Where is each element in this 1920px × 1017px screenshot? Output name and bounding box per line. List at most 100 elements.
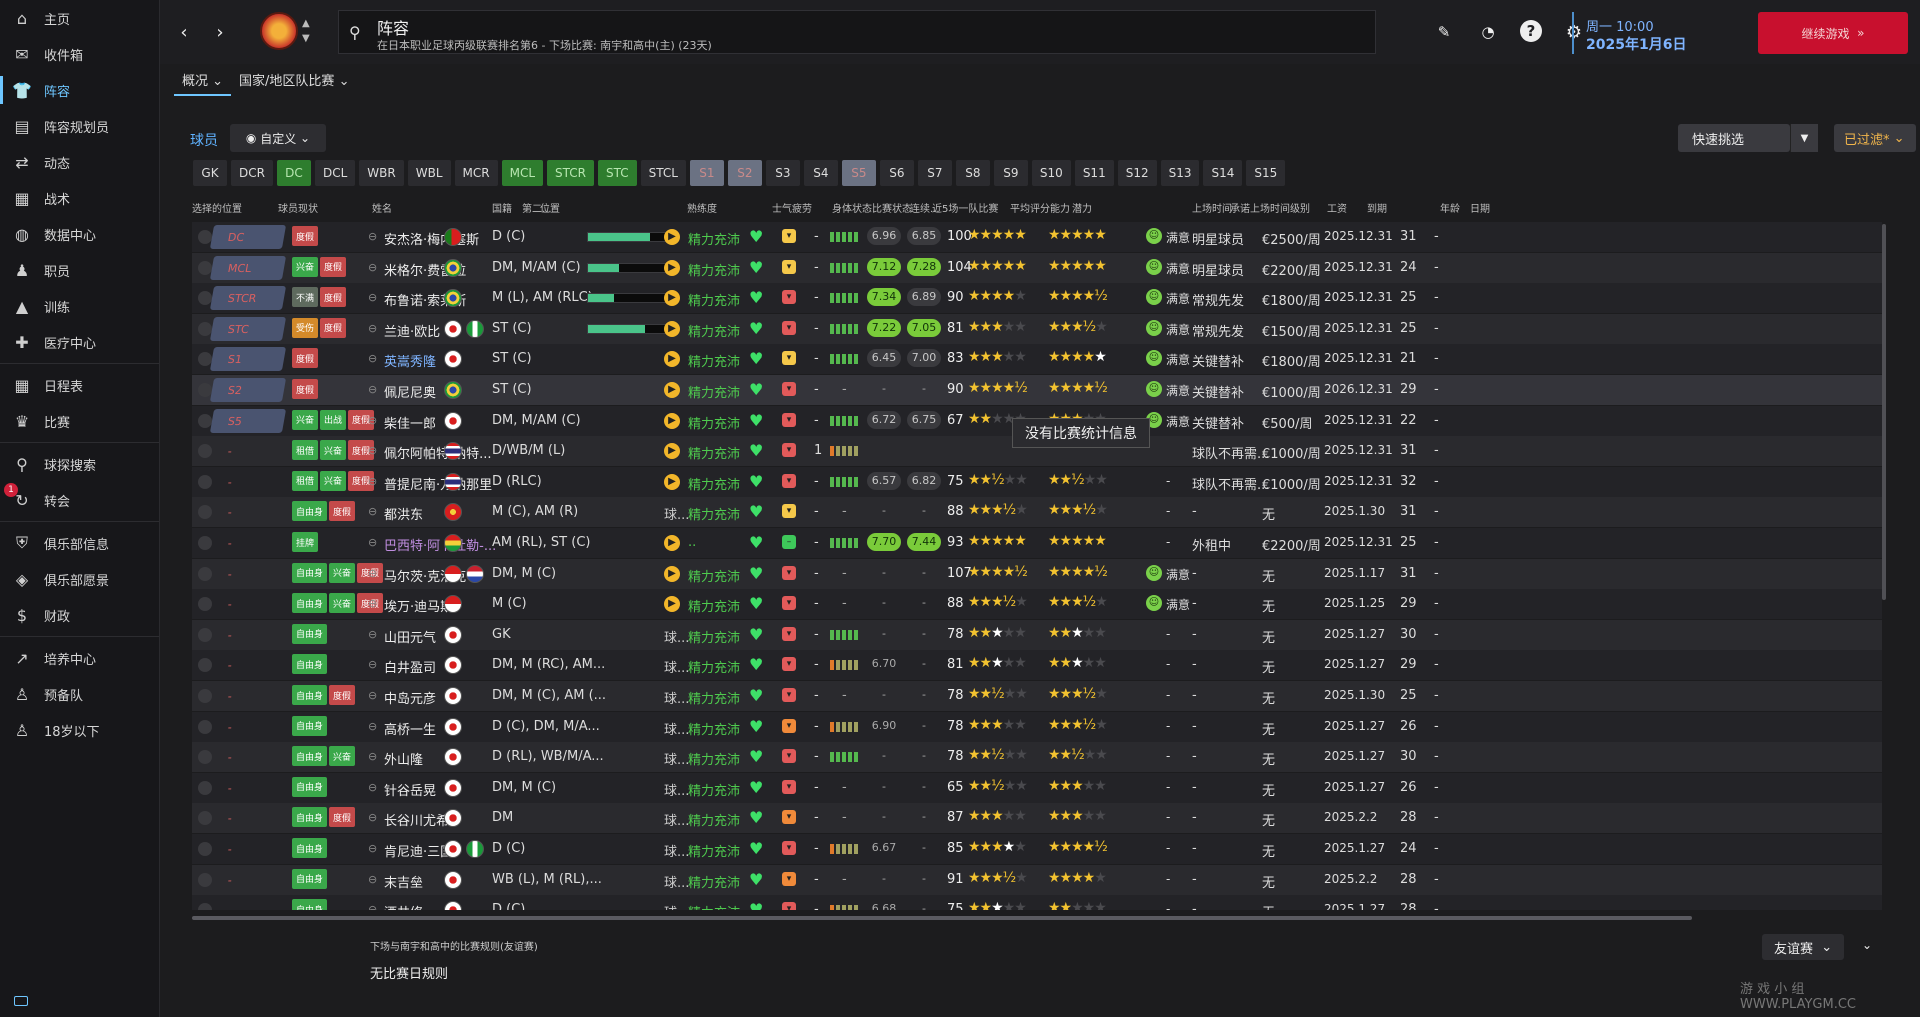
player-name[interactable]: 巴西特·阿卜杜勒-... <box>384 535 496 554</box>
sidebar-item-0[interactable]: ⌂ 主页 <box>0 0 159 36</box>
player-name[interactable]: 酒井修一 <box>384 902 436 910</box>
position-filter-gk[interactable]: GK <box>193 160 227 186</box>
position-filter-s8[interactable]: S8 <box>955 160 990 186</box>
player-name[interactable]: 白井盈司 <box>384 657 436 676</box>
sidebar-item-12[interactable]: ⚲ 球探搜索 <box>0 446 159 482</box>
position-filter-mcl[interactable]: MCL <box>501 160 544 186</box>
position-badge[interactable]: - <box>210 439 286 463</box>
club-crest[interactable] <box>260 12 298 50</box>
select-checkbox[interactable] <box>198 872 212 887</box>
position-badge[interactable]: - <box>210 684 286 708</box>
sidebar-item-6[interactable]: ◍ 数据中心 <box>0 216 159 252</box>
friendly-select[interactable]: 友谊赛 ⌄ <box>1762 934 1844 960</box>
sidebar-item-19[interactable]: ♙ 18岁以下 <box>0 712 159 748</box>
position-badge[interactable]: - <box>210 715 286 739</box>
select-checkbox[interactable] <box>198 444 212 459</box>
position-badge[interactable]: - <box>210 653 286 677</box>
column-header[interactable]: 平均评分 <box>1010 200 1050 215</box>
vertical-scrollbar[interactable] <box>1882 224 1886 600</box>
select-checkbox[interactable] <box>198 750 212 765</box>
table-row[interactable]: -⌄自由身⊖肯尼迪·三国D (C)球...精力充沛♥▾-6.67-85★★★★★… <box>192 834 1882 864</box>
select-checkbox[interactable] <box>198 811 212 826</box>
column-header[interactable]: 比赛状态 <box>872 200 912 215</box>
player-name[interactable]: 山田元气 <box>384 627 436 646</box>
table-row[interactable]: S2⌄度假⊖佩尼尼奥ST (C)▶精力充沛♥▾----90★★★★½★★★★½☺… <box>192 375 1882 405</box>
position-filter-dcr[interactable]: DCR <box>231 160 273 186</box>
table-row[interactable]: -⌄自由身⊖酒井修一D (C)球...精力充沛♥▾-6.68-75★★★★★★★… <box>192 895 1882 910</box>
position-filter-s12[interactable]: S12 <box>1117 160 1157 186</box>
sidebar-item-13[interactable]: ↻ 转会 1 <box>0 482 159 518</box>
sidebar-item-14[interactable]: ⛨ 俱乐部信息 <box>0 525 159 561</box>
tab-national-matches[interactable]: 国家/地区队比赛 ⌄ <box>231 66 357 96</box>
sidebar-item-18[interactable]: ♙ 预备队 <box>0 676 159 712</box>
position-filter-s3[interactable]: S3 <box>765 160 800 186</box>
position-filter-wbr[interactable]: WBR <box>359 160 404 186</box>
position-filter-s9[interactable]: S9 <box>993 160 1028 186</box>
select-checkbox[interactable] <box>198 474 212 489</box>
position-badge[interactable]: STCR <box>209 286 287 311</box>
table-row[interactable]: -⌄自由身兴奋度假⊖马尔茨·克洛克DM, M (C)▶精力充沛♥▾----107… <box>192 558 1882 589</box>
search-box[interactable]: ⚲ 阵容 在日本职业足球丙级联赛排名第6 - 下场比赛: 南宇和高中(主) (2… <box>338 10 1376 54</box>
tab-overview[interactable]: 概况 ⌄ <box>174 66 232 96</box>
select-checkbox[interactable] <box>198 719 212 734</box>
column-header[interactable]: 选择的位置 <box>192 200 242 215</box>
position-badge[interactable]: DC <box>209 225 287 249</box>
position-filter-s7[interactable]: S7 <box>917 160 952 186</box>
column-header[interactable]: 士气 <box>772 200 792 215</box>
column-header[interactable]: 潜力 <box>1072 200 1092 215</box>
position-filter-wbl[interactable]: WBL <box>407 160 451 186</box>
sidebar-item-1[interactable]: ✉ 收件箱 <box>0 36 159 72</box>
select-checkbox[interactable] <box>198 566 212 581</box>
select-checkbox[interactable] <box>198 260 212 275</box>
sidebar-item-5[interactable]: ▦ 战术 <box>0 180 159 216</box>
sidebar-item-16[interactable]: $ 财政 <box>0 597 159 633</box>
table-row[interactable]: -⌄自由身⊖白井盈司DM, M (RC), AM...球...精力充沛♥▾-6.… <box>192 650 1882 681</box>
position-badge[interactable]: - <box>210 531 286 555</box>
select-checkbox[interactable] <box>198 842 212 856</box>
position-filter-s14[interactable]: S14 <box>1203 160 1243 186</box>
column-header[interactable]: 到期 <box>1367 200 1387 215</box>
position-badge[interactable]: - <box>210 745 286 769</box>
position-filter-s4[interactable]: S4 <box>803 160 838 186</box>
horizontal-scrollbar[interactable] <box>192 916 1692 920</box>
position-filter-s15[interactable]: S15 <box>1246 160 1286 186</box>
sidebar-item-4[interactable]: ⇄ 动态 <box>0 144 159 180</box>
sidebar-item-2[interactable]: 👕 阵容 <box>0 72 159 108</box>
table-row[interactable]: -⌄租借兴奋度假⊖普提尼南·万纳那里D (RLC)▶精力充沛♥▾-6.576.8… <box>192 466 1882 497</box>
continue-button[interactable]: 继续游戏 » <box>1758 12 1908 54</box>
player-name[interactable]: 佩尼尼奥 <box>384 382 436 401</box>
select-checkbox[interactable] <box>198 597 212 612</box>
position-badge[interactable]: - <box>210 776 286 800</box>
position-badge[interactable]: - <box>210 868 286 892</box>
table-row[interactable]: -⌄自由身⊖高桥一生D (C), DM, M/A...球...精力充沛♥▾-6.… <box>192 711 1882 742</box>
player-name[interactable]: 长谷川尤希 <box>384 810 449 829</box>
select-checkbox[interactable] <box>198 903 212 910</box>
table-row[interactable]: -⌄自由身⊖针谷岳晃DM, M (C)球...精力充沛♥▾----65★★½★★… <box>192 772 1882 803</box>
position-filter-s2[interactable]: S2 <box>727 160 762 186</box>
position-badge[interactable]: - <box>210 806 286 830</box>
position-badge[interactable]: MCL <box>209 255 287 280</box>
player-name[interactable]: 佩尔阿帕特·纳特... <box>384 443 492 462</box>
position-filter-s1[interactable]: S1 <box>689 160 724 186</box>
table-row[interactable]: DC⌄度假⊖安杰洛·梅内塞斯D (C)▶精力充沛♥▾-6.966.85100★★… <box>192 222 1882 252</box>
edit-icon[interactable]: ✎ <box>1432 20 1456 44</box>
position-filter-dcl[interactable]: DCL <box>314 160 356 186</box>
player-name[interactable]: 兰迪·欧比 <box>384 321 440 340</box>
select-checkbox[interactable] <box>198 780 212 795</box>
column-header[interactable]: 疲劳 <box>792 200 812 215</box>
select-checkbox[interactable] <box>198 689 212 703</box>
palette-icon[interactable]: ◔ <box>1476 20 1500 44</box>
position-badge[interactable]: - <box>210 500 286 524</box>
table-row[interactable]: -⌄自由身兴奋⊖外山隆D (RL), WB/M/A...球...精力充沛♥▾--… <box>192 742 1882 773</box>
table-row[interactable]: STC⌄受伤度假⊖兰迪·欧比ST (C)▶精力充沛♥▾-7.227.0581★★… <box>192 313 1882 344</box>
table-row[interactable]: -⌄自由身⊖山田元气GK球...精力充沛♥▾---78★★★★★★★★★★--无… <box>192 619 1882 650</box>
position-badge[interactable]: - <box>210 562 286 586</box>
player-name[interactable]: 外山隆 <box>384 749 423 768</box>
table-row[interactable]: -⌄自由身⊖末吉垒WB (L), M (RL),...球...精力充沛♥▾---… <box>192 864 1882 895</box>
sidebar-item-11[interactable]: ♛ 比赛 <box>0 403 159 439</box>
player-name[interactable]: 肯尼迪·三国 <box>384 841 453 860</box>
chevron-down-icon[interactable]: ▼ <box>1790 124 1818 152</box>
position-filter-dc[interactable]: DC <box>276 160 311 186</box>
forward-icon[interactable]: › <box>208 20 232 44</box>
select-checkbox[interactable] <box>198 536 212 550</box>
